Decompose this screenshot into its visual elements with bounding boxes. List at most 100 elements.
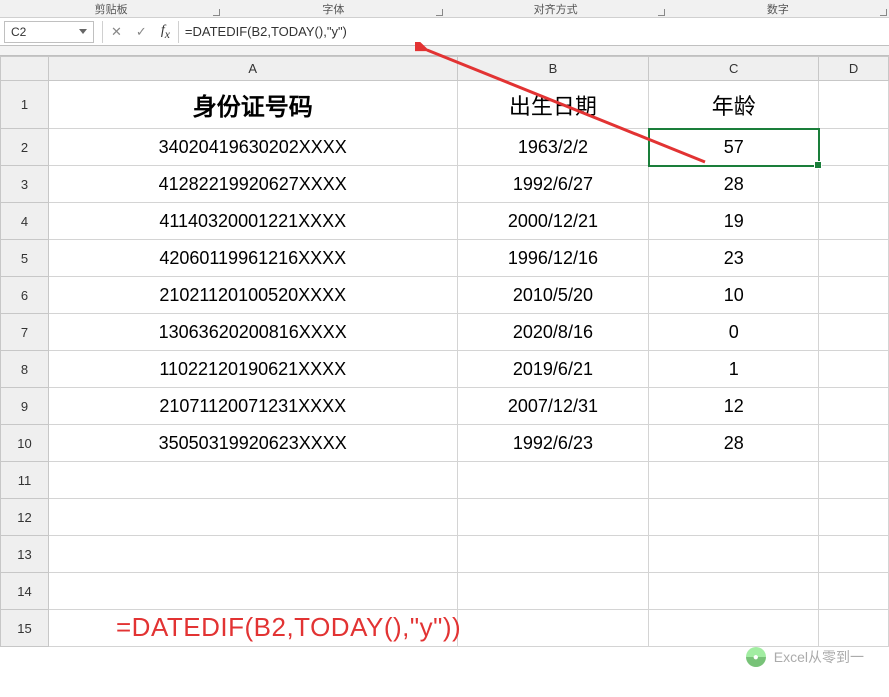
cell-A8[interactable]: 11022120190621XXXX <box>48 351 457 388</box>
cell-D3[interactable] <box>819 166 889 203</box>
table-row: 3 41282219920627XXXX 1992/6/27 28 <box>1 166 889 203</box>
cell-B8[interactable]: 2019/6/21 <box>457 351 649 388</box>
cell-C14[interactable] <box>649 573 819 610</box>
row-header-13[interactable]: 13 <box>1 536 49 573</box>
formula-bar: C2 ✕ ✓ fx =DATEDIF(B2,TODAY(),"y") <box>0 18 889 46</box>
cell-B4[interactable]: 2000/12/21 <box>457 203 649 240</box>
ribbon-group-font[interactable]: 字体 <box>222 0 444 17</box>
annotation-formula-text: =DATEDIF(B2,TODAY(),"y")) <box>116 612 461 643</box>
column-header-D[interactable]: D <box>819 57 889 81</box>
cell-D9[interactable] <box>819 388 889 425</box>
cell-A4[interactable]: 41140320001221XXXX <box>48 203 457 240</box>
cell-A1[interactable]: 身份证号码 <box>48 81 457 129</box>
cell-B7[interactable]: 2020/8/16 <box>457 314 649 351</box>
cell-D12[interactable] <box>819 499 889 536</box>
cell-A7[interactable]: 13063620200816XXXX <box>48 314 457 351</box>
cell-D1[interactable] <box>819 81 889 129</box>
cell-A12[interactable] <box>48 499 457 536</box>
cell-B1[interactable]: 出生日期 <box>457 81 649 129</box>
formula-input[interactable]: =DATEDIF(B2,TODAY(),"y") <box>178 21 889 43</box>
column-header-A[interactable]: A <box>48 57 457 81</box>
cell-B11[interactable] <box>457 462 649 499</box>
cell-A10[interactable]: 35050319920623XXXX <box>48 425 457 462</box>
ribbon-group-clipboard[interactable]: 剪贴板 <box>0 0 222 17</box>
cell-C6[interactable]: 10 <box>649 277 819 314</box>
cell-D2[interactable] <box>819 129 889 166</box>
cell-D11[interactable] <box>819 462 889 499</box>
select-all-corner[interactable] <box>1 57 49 81</box>
row-header-9[interactable]: 9 <box>1 388 49 425</box>
cell-D10[interactable] <box>819 425 889 462</box>
row-header-2[interactable]: 2 <box>1 129 49 166</box>
column-header-C[interactable]: C <box>649 57 819 81</box>
row-header-3[interactable]: 3 <box>1 166 49 203</box>
table-row: 9 21071120071231XXXX 2007/12/31 12 <box>1 388 889 425</box>
row-header-10[interactable]: 10 <box>1 425 49 462</box>
cell-D15[interactable] <box>819 610 889 647</box>
cell-A6[interactable]: 21021120100520XXXX <box>48 277 457 314</box>
cell-B9[interactable]: 2007/12/31 <box>457 388 649 425</box>
cell-B12[interactable] <box>457 499 649 536</box>
row-header-8[interactable]: 8 <box>1 351 49 388</box>
cell-C2[interactable]: 57 <box>649 129 819 166</box>
cell-C11[interactable] <box>649 462 819 499</box>
cell-A3[interactable]: 41282219920627XXXX <box>48 166 457 203</box>
cell-A13[interactable] <box>48 536 457 573</box>
row-header-4[interactable]: 4 <box>1 203 49 240</box>
cell-B6[interactable]: 2010/5/20 <box>457 277 649 314</box>
cell-B15[interactable] <box>457 610 649 647</box>
cell-C9[interactable]: 12 <box>649 388 819 425</box>
cell-C3[interactable]: 28 <box>649 166 819 203</box>
cell-B5[interactable]: 1996/12/16 <box>457 240 649 277</box>
cell-C5[interactable]: 23 <box>649 240 819 277</box>
cell-D6[interactable] <box>819 277 889 314</box>
cell-C13[interactable] <box>649 536 819 573</box>
fx-icon[interactable]: fx <box>161 23 170 41</box>
cell-A5[interactable]: 42060119961216XXXX <box>48 240 457 277</box>
grid-spacer <box>0 46 889 56</box>
cell-C4[interactable]: 19 <box>649 203 819 240</box>
row-header-12[interactable]: 12 <box>1 499 49 536</box>
cell-B14[interactable] <box>457 573 649 610</box>
table-row: 1 身份证号码 出生日期 年龄 <box>1 81 889 129</box>
row-header-7[interactable]: 7 <box>1 314 49 351</box>
cell-D4[interactable] <box>819 203 889 240</box>
cell-C8[interactable]: 1 <box>649 351 819 388</box>
cell-D7[interactable] <box>819 314 889 351</box>
cell-C12[interactable] <box>649 499 819 536</box>
row-header-14[interactable]: 14 <box>1 573 49 610</box>
row-header-11[interactable]: 11 <box>1 462 49 499</box>
row-header-6[interactable]: 6 <box>1 277 49 314</box>
ribbon-group-alignment[interactable]: 对齐方式 <box>445 0 667 17</box>
cell-D8[interactable] <box>819 351 889 388</box>
row-header-15[interactable]: 15 <box>1 610 49 647</box>
table-row: 4 41140320001221XXXX 2000/12/21 19 <box>1 203 889 240</box>
ribbon-group-number[interactable]: 数字 <box>667 0 889 17</box>
cell-C7[interactable]: 0 <box>649 314 819 351</box>
name-box[interactable]: C2 <box>4 21 94 43</box>
cell-A11[interactable] <box>48 462 457 499</box>
column-header-B[interactable]: B <box>457 57 649 81</box>
cell-A9[interactable]: 21071120071231XXXX <box>48 388 457 425</box>
cell-B13[interactable] <box>457 536 649 573</box>
cell-B10[interactable]: 1992/6/23 <box>457 425 649 462</box>
cell-C10[interactable]: 28 <box>649 425 819 462</box>
cancel-icon[interactable]: ✕ <box>111 24 122 40</box>
row-header-1[interactable]: 1 <box>1 81 49 129</box>
cell-B2[interactable]: 1963/2/2 <box>457 129 649 166</box>
table-row: 6 21021120100520XXXX 2010/5/20 10 <box>1 277 889 314</box>
row-header-5[interactable]: 5 <box>1 240 49 277</box>
cell-A2[interactable]: 34020419630202XXXX <box>48 129 457 166</box>
cell-D5[interactable] <box>819 240 889 277</box>
cell-C1[interactable]: 年龄 <box>649 81 819 129</box>
table-row: 2 34020419630202XXXX 1963/2/2 57 <box>1 129 889 166</box>
cell-A14[interactable] <box>48 573 457 610</box>
cell-B3[interactable]: 1992/6/27 <box>457 166 649 203</box>
enter-icon[interactable]: ✓ <box>136 24 147 40</box>
cell-D13[interactable] <box>819 536 889 573</box>
spreadsheet-grid[interactable]: A B C D 1 身份证号码 出生日期 年龄 2 34020419630202… <box>0 56 889 647</box>
name-box-dropdown-icon[interactable] <box>79 29 87 34</box>
cell-D14[interactable] <box>819 573 889 610</box>
table-row: 5 42060119961216XXXX 1996/12/16 23 <box>1 240 889 277</box>
cell-C15[interactable] <box>649 610 819 647</box>
